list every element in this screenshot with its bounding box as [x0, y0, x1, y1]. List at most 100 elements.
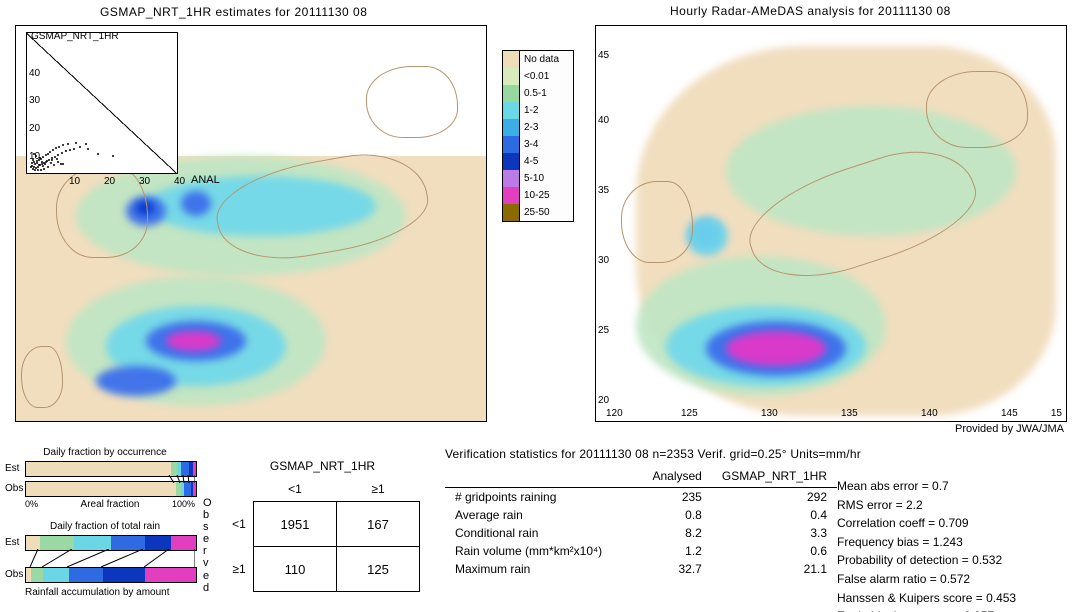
scatter-dot [33, 153, 35, 155]
ct-cell-10: 110 [254, 547, 337, 592]
verif-row-analysed: 235 [624, 488, 712, 507]
verif-row-gsmap: 0.6 [712, 542, 837, 560]
scatter-dot [53, 164, 55, 166]
verif-row-analysed: 1.2 [624, 542, 712, 560]
scatter-dot [33, 166, 35, 168]
fraction-total-footer: Rainfall accumulation by amount [25, 587, 205, 598]
legend-row: 1-2 [503, 102, 573, 119]
legend-row: 2-3 [503, 119, 573, 136]
fraction-total-title: Daily fraction of total rain [10, 521, 200, 532]
scatter-dot [57, 154, 59, 156]
scatter-dot [112, 155, 114, 157]
gsmap-estimate-map: GSMAP_NRT_1HR 10 20 30 40 10 20 30 40 AN… [15, 25, 487, 422]
verif-metric: RMS error = 2.2 [837, 496, 1062, 515]
scatter-dot [30, 166, 32, 168]
ct-cell-11: 125 [337, 547, 420, 592]
legend-swatch [503, 204, 520, 221]
verif-row-analysed: 0.8 [624, 506, 712, 524]
scatter-dot [49, 151, 51, 153]
verif-metric: Hanssen & Kuipers score = 0.453 [837, 589, 1062, 608]
verif-row-gsmap: 21.1 [712, 560, 837, 578]
legend-swatch [503, 51, 520, 68]
verif-metric: Correlation coeff = 0.709 [837, 514, 1062, 533]
legend-label: 10-25 [520, 190, 550, 201]
legend-label: 1-2 [520, 105, 538, 116]
fraction-occ-title: Daily fraction by occurrence [10, 447, 200, 458]
verif-comparison-table: Analysed GSMAP_NRT_1HR # gridpoints rain… [445, 467, 837, 612]
fraction-total-obs-bar [25, 567, 197, 583]
scatter-dot [33, 161, 35, 163]
scatter-dot [65, 150, 67, 152]
scatter-dot [97, 153, 99, 155]
bottom-panel: Daily fraction by occurrence Est Obs 0% … [0, 447, 1080, 612]
verif-header: Verification statistics for 20111130 08 … [445, 447, 1065, 461]
scatter-inset: GSMAP_NRT_1HR 10 20 30 40 [26, 32, 178, 174]
verif-row-label: Maximum rain [445, 560, 624, 578]
legend-label: 25-50 [520, 207, 550, 218]
verif-metric: Frequency bias = 1.243 [837, 533, 1062, 552]
verif-row-analysed: 8.2 [624, 524, 712, 542]
legend-swatch [503, 119, 520, 136]
color-legend: No data<0.010.5-11-22-33-44-55-1010-2525… [502, 50, 574, 222]
legend-swatch [503, 102, 520, 119]
legend-row: 10-25 [503, 187, 573, 204]
verif-row: # gridpoints raining235292 [445, 488, 837, 507]
scatter-dot [47, 166, 49, 168]
verif-row: Average rain0.80.4 [445, 506, 837, 524]
verif-row-label: Conditional rain [445, 524, 624, 542]
verif-row-label: Rain volume (mm*km²x10⁴) [445, 542, 624, 560]
legend-swatch [503, 85, 520, 102]
verif-row-gsmap: 3.3 [712, 524, 837, 542]
left-map-title: GSMAP_NRT_1HR estimates for 20111130 08 [100, 5, 367, 19]
jma-credit: Provided by JWA/JMA [955, 423, 1064, 435]
scatter-dot [62, 144, 64, 146]
legend-row: 0.5-1 [503, 85, 573, 102]
verification-stats: Verification statistics for 20111130 08 … [445, 447, 1065, 612]
legend-swatch [503, 187, 520, 204]
scatter-dot [61, 152, 63, 154]
scatter-dot [51, 159, 53, 161]
scatter-dot [58, 146, 60, 148]
verif-row-gsmap: 292 [712, 488, 837, 507]
scatter-dot [42, 165, 44, 167]
legend-row: 5-10 [503, 170, 573, 187]
scatter-dot [73, 148, 75, 150]
page-root: GSMAP_NRT_1HR estimates for 20111130 08 … [0, 0, 1080, 612]
verif-row: Maximum rain32.721.1 [445, 560, 837, 578]
scatter-dot [62, 163, 64, 165]
legend-swatch [503, 136, 520, 153]
verif-row-label: # gridpoints raining [445, 488, 624, 507]
legend-row: <0.01 [503, 68, 573, 85]
scatter-dot [38, 164, 40, 166]
scatter-dot [79, 146, 81, 148]
observed-side-label: Observed [203, 497, 212, 594]
legend-label: 2-3 [520, 122, 538, 133]
scatter-dot [40, 169, 42, 171]
legend-row: 25-50 [503, 204, 573, 221]
scatter-dot [31, 162, 33, 164]
total-connector-lines [25, 549, 195, 567]
scatter-dot [55, 147, 57, 149]
scatter-dot [42, 156, 44, 158]
scatter-dot [69, 149, 71, 151]
verif-metric: Probability of detection = 0.532 [837, 551, 1062, 570]
verif-metric: False alarm ratio = 0.572 [837, 570, 1062, 589]
legend-label: 3-4 [520, 139, 538, 150]
scatter-dot [39, 157, 41, 159]
scatter-dot [48, 159, 50, 161]
legend-label: <0.01 [520, 71, 549, 82]
ct-cell-01: 167 [337, 502, 420, 547]
ct-cell-00: 1951 [254, 502, 337, 547]
scatter-dot [52, 149, 54, 151]
scatter-dot [43, 168, 45, 170]
verif-metric: Equitable threat score= 0.257 [837, 607, 1062, 612]
scatter-dot [57, 161, 59, 163]
scatter-dot [34, 169, 36, 171]
legend-row: No data [503, 51, 573, 68]
scatter-dot [67, 143, 69, 145]
fraction-occ-obs-bar [25, 481, 197, 497]
scatter-dot [35, 155, 37, 157]
scatter-dot [37, 169, 39, 171]
legend-label: No data [520, 54, 559, 65]
verif-row-label: Average rain [445, 506, 624, 524]
